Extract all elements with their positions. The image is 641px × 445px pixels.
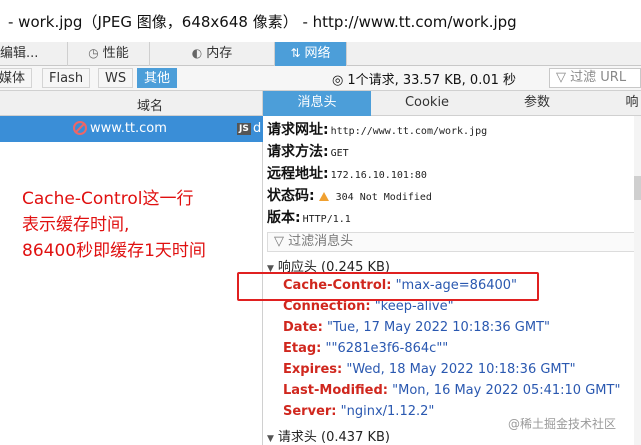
filter-flash-button[interactable]: Flash: [42, 68, 91, 88]
network-icon: ⇅: [290, 46, 301, 60]
remote-address-row: 远程地址: 172.16.10.101:80: [267, 166, 427, 182]
tab-network[interactable]: ⇅ 网络: [275, 42, 347, 66]
request-file-truncated: d: [253, 121, 262, 136]
tab-response[interactable]: 响: [623, 91, 641, 116]
warning-triangle-icon: [318, 192, 329, 201]
header-row-server: Server: "nginx/1.12.2": [283, 404, 435, 419]
request-domain: www.tt.com: [90, 121, 167, 136]
filter-media-button[interactable]: 媒体: [0, 68, 33, 88]
clock-icon: ◎: [332, 73, 344, 88]
network-filter-bar: 媒体 Flash WS 其他 ◎ 1个请求, 33.57 KB, 0.01 秒 ▽…: [0, 66, 641, 91]
scrollbar-thumb[interactable]: [634, 176, 641, 200]
cache-control-highlight-box: [237, 272, 539, 301]
header-row-etag: Etag: ""6281e3f6-864c"": [283, 341, 449, 356]
filter-icon: ▽: [274, 234, 284, 249]
tab-cookie[interactable]: Cookie: [371, 91, 483, 116]
header-row-expires: Expires: "Wed, 18 May 2022 10:18:36 GMT": [283, 362, 576, 377]
header-row-last-modified: Last-Modified: "Mon, 16 May 2022 05:41:1…: [283, 383, 621, 398]
timer-icon: ◷: [88, 46, 99, 60]
header-row-connection: Connection: "keep-alive": [283, 299, 454, 314]
window-titlebar: - work.jpg（JPEG 图像，648x648 像素） - http://…: [0, 0, 641, 42]
tab-performance[interactable]: ◷ 性能: [68, 42, 150, 66]
tab-editor[interactable]: 编辑...: [0, 42, 68, 66]
status-code-row: 状态码: 304 Not Modified: [267, 188, 432, 204]
tab-params[interactable]: 参数: [483, 91, 591, 116]
request-url-row: 请求网址: http://www.tt.com/work.jpg: [267, 122, 488, 138]
watermark: @稀土掘金技术社区: [508, 417, 617, 431]
details-tabs: 消息头 Cookie 参数 响: [263, 91, 641, 116]
filter-url-input[interactable]: ▽ 过滤 URL: [549, 68, 641, 88]
devtools-toolbar: 编辑... ◷ 性能 ◐ 内存 ⇅ 网络: [0, 42, 641, 66]
tab-memory[interactable]: ◐ 内存: [150, 42, 275, 66]
request-row[interactable]: www.tt.com JS d: [0, 116, 263, 142]
column-domain[interactable]: 域名: [137, 95, 163, 114]
js-badge-icon: JS: [237, 123, 251, 135]
filter-ws-button[interactable]: WS: [98, 68, 134, 88]
memory-icon: ◐: [191, 46, 203, 60]
filter-icon: ▽: [556, 70, 566, 85]
tab-headers[interactable]: 消息头: [263, 91, 371, 116]
filter-headers-input[interactable]: ▽ 过滤消息头: [267, 232, 639, 252]
request-summary: ◎ 1个请求, 33.57 KB, 0.01 秒: [332, 73, 517, 88]
annotation-text: Cache-Control这一行 表示缓存时间, 86400秒即缓存1天时间: [22, 189, 206, 261]
header-row-date: Date: "Tue, 17 May 2022 10:18:36 GMT": [283, 320, 551, 335]
request-list-header: 域名: [0, 91, 263, 116]
filter-other-button[interactable]: 其他: [137, 68, 178, 88]
details-scrollbar[interactable]: [634, 116, 641, 445]
blocked-icon: [73, 121, 87, 135]
request-method-row: 请求方法: GET: [267, 144, 349, 160]
triangle-down-icon: ▼: [267, 434, 274, 444]
request-headers-section[interactable]: ▼ 请求头 (0.437 KB): [267, 426, 390, 445]
version-row: 版本: HTTP/1.1: [267, 210, 351, 226]
window-title: - work.jpg（JPEG 图像，648x648 像素） - http://…: [8, 13, 517, 31]
